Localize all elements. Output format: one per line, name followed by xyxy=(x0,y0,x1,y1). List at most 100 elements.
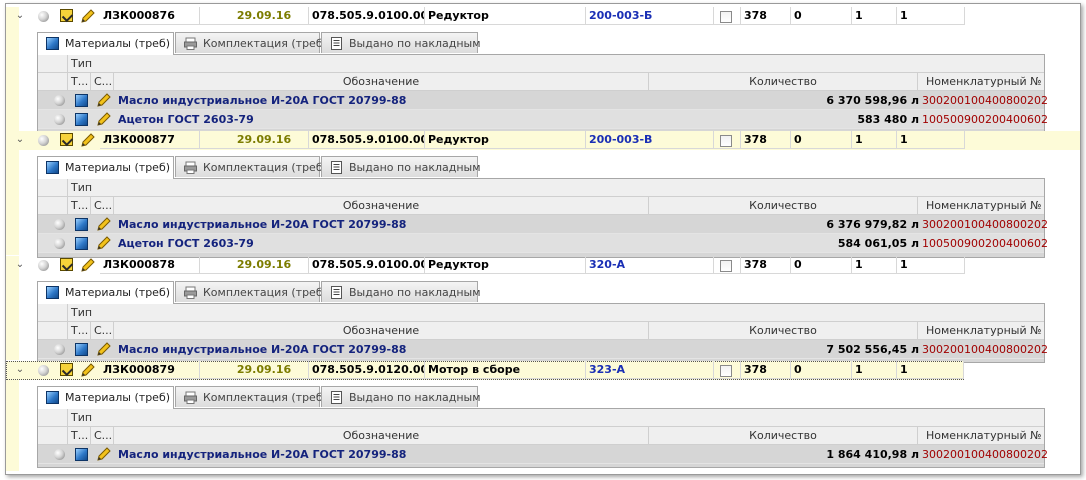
header-quantity[interactable]: Количество xyxy=(649,197,918,215)
status-ball-icon xyxy=(54,344,65,355)
materials-detail-grid: Тип Т... С... Обозначение Количество Ном… xyxy=(37,178,1048,258)
pencil-icon[interactable] xyxy=(96,112,111,127)
header-col-s[interactable]: С... xyxy=(91,73,114,91)
tab-label: Выдано по накладным xyxy=(349,161,481,174)
cube-icon xyxy=(75,237,88,250)
material-row[interactable]: Масло индустриальное И-20А ГОСТ 20799-88… xyxy=(38,445,1048,464)
header-designation[interactable]: Обозначение xyxy=(114,322,649,340)
collapse-chevron-icon[interactable]: ⌄ xyxy=(15,11,25,21)
cube-icon xyxy=(46,391,59,404)
tab-kit[interactable]: Комплектация (треб) xyxy=(175,386,327,407)
invoice-icon xyxy=(331,286,342,299)
printer-icon xyxy=(184,286,197,299)
material-quantity: 583 480 л xyxy=(857,113,919,126)
tab-label: Материалы (треб) xyxy=(65,161,171,174)
material-quantity: 7 502 556,45 л xyxy=(826,343,919,356)
cube-icon xyxy=(75,218,88,231)
tab-materials[interactable]: Материалы (треб) xyxy=(37,32,174,55)
qty-field-3: 1 xyxy=(852,361,897,379)
material-row[interactable]: Масло индустриальное И-20А ГОСТ 20799-88… xyxy=(38,340,1048,359)
collapse-chevron-icon[interactable]: ⌄ xyxy=(15,365,25,375)
approved-document-icon xyxy=(60,258,73,271)
tab-label: Выдано по накладным xyxy=(349,37,481,50)
header-col-s[interactable]: С... xyxy=(91,322,114,340)
header-nomenclature[interactable]: Номенклатурный № xyxy=(918,73,1044,91)
pencil-icon[interactable] xyxy=(96,236,111,251)
header-col-s[interactable]: С... xyxy=(91,197,114,215)
order-row[interactable]: ⌄ ЛЗК000876 29.09.16 078.505.9.0100.00 Р… xyxy=(6,7,1080,26)
header-nomenclature[interactable]: Номенклатурный № xyxy=(918,427,1044,445)
cube-icon xyxy=(75,94,88,107)
checkbox-cell xyxy=(714,256,741,274)
header-columns: Т... С... Обозначение Количество Номенкл… xyxy=(38,427,1044,445)
order-row-focused[interactable]: ⌄ ЛЗК000879 29.09.16 078.505.9.0120.00 М… xyxy=(6,361,964,380)
order-checkbox[interactable] xyxy=(720,135,732,147)
cube-icon xyxy=(75,448,88,461)
tab-issued[interactable]: Выдано по накладным xyxy=(321,156,481,177)
status-ball-icon xyxy=(54,114,65,125)
tab-materials[interactable]: Материалы (треб) xyxy=(37,281,174,304)
pencil-icon[interactable] xyxy=(96,447,111,462)
material-row[interactable]: Масло индустриальное И-20А ГОСТ 20799-88… xyxy=(38,91,1048,110)
header-col-t[interactable]: Т... xyxy=(68,322,91,340)
pencil-icon[interactable] xyxy=(80,258,95,273)
material-name: Масло индустриальное И-20А ГОСТ 20799-88 xyxy=(118,448,407,461)
pencil-icon[interactable] xyxy=(96,342,111,357)
drawing-number: 078.505.9.0120.00 xyxy=(309,361,425,379)
tab-materials[interactable]: Материалы (треб) xyxy=(37,386,174,409)
printer-icon xyxy=(184,37,197,50)
tab-kit[interactable]: Комплектация (треб) xyxy=(175,281,327,302)
collapse-chevron-icon[interactable]: ⌄ xyxy=(15,260,25,270)
header-designation[interactable]: Обозначение xyxy=(114,73,649,91)
order-checkbox[interactable] xyxy=(720,260,732,272)
header-band-type: Тип xyxy=(38,179,1044,197)
shop-code: 320-А xyxy=(586,256,714,274)
pencil-icon[interactable] xyxy=(80,363,95,378)
status-ball-icon xyxy=(54,238,65,249)
tab-kit[interactable]: Комплектация (треб) xyxy=(175,32,327,53)
order-code: ЛЗК000878 xyxy=(100,256,200,274)
material-row[interactable]: Ацетон ГОСТ 2603-79 583 480 л 1005009002… xyxy=(38,110,1048,129)
cube-icon xyxy=(46,37,59,50)
collapse-chevron-icon[interactable]: ⌄ xyxy=(15,135,25,145)
tab-kit[interactable]: Комплектация (треб) xyxy=(175,156,327,177)
order-date: 29.09.16 xyxy=(200,256,309,274)
header-band-type: Тип xyxy=(38,304,1044,322)
approved-document-icon xyxy=(60,133,73,146)
header-col-s[interactable]: С... xyxy=(91,427,114,445)
qty-field-4: 1 xyxy=(897,7,965,25)
pencil-icon[interactable] xyxy=(96,217,111,232)
header-col-t[interactable]: Т... xyxy=(68,197,91,215)
qty-field-3: 1 xyxy=(852,7,897,25)
tab-issued[interactable]: Выдано по накладным xyxy=(321,386,481,407)
material-row[interactable]: Масло индустриальное И-20А ГОСТ 20799-88… xyxy=(38,215,1048,234)
tab-issued[interactable]: Выдано по накладным xyxy=(321,281,481,302)
tab-materials[interactable]: Материалы (треб) xyxy=(37,156,174,179)
pencil-icon[interactable] xyxy=(80,133,95,148)
header-nomenclature[interactable]: Номенклатурный № xyxy=(918,197,1044,215)
order-row[interactable]: ⌄ ЛЗК000878 29.09.16 078.505.9.0100.00 Р… xyxy=(6,256,1080,275)
order-row[interactable]: ⌄ ЛЗК000877 29.09.16 078.505.9.0100.00 Р… xyxy=(6,131,1080,150)
pencil-icon[interactable] xyxy=(96,93,111,108)
order-checkbox[interactable] xyxy=(720,365,732,377)
checkbox-cell xyxy=(714,361,741,379)
header-quantity[interactable]: Количество xyxy=(649,73,918,91)
nomenclature-number: 300200100400800202 xyxy=(922,218,1048,231)
tab-issued[interactable]: Выдано по накладным xyxy=(321,32,481,53)
status-ball-icon xyxy=(38,260,49,271)
order-checkbox[interactable] xyxy=(720,11,732,23)
material-row[interactable]: Ацетон ГОСТ 2603-79 584 061,05 л 1005009… xyxy=(38,234,1048,253)
nomenclature-number: 100500900200400602 xyxy=(922,237,1048,250)
header-designation[interactable]: Обозначение xyxy=(114,427,649,445)
header-quantity[interactable]: Количество xyxy=(649,427,918,445)
header-quantity[interactable]: Количество xyxy=(649,322,918,340)
cube-icon xyxy=(75,113,88,126)
product-name: Редуктор xyxy=(425,7,586,25)
header-col-t[interactable]: Т... xyxy=(68,427,91,445)
tab-label: Комплектация (треб) xyxy=(203,161,327,174)
header-col-t[interactable]: Т... xyxy=(68,73,91,91)
pencil-icon[interactable] xyxy=(80,9,95,24)
header-designation[interactable]: Обозначение xyxy=(114,197,649,215)
header-nomenclature[interactable]: Номенклатурный № xyxy=(918,322,1044,340)
header-band-type: Тип xyxy=(38,409,1044,427)
